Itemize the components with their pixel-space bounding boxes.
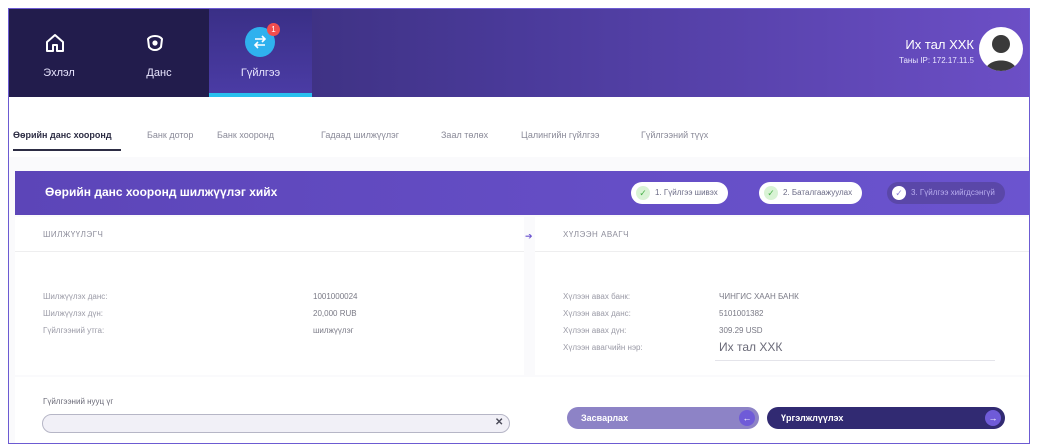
receiver-header: ХҮЛЭЭН АВАГЧ [535,217,1029,252]
tab-interbank[interactable]: Банк хооронд [217,130,274,140]
step-1: ✓ 1. Гүйлгээ шивэх [631,182,728,204]
sender-account-value: 1001000024 [313,292,358,301]
sub-tabs: Өөрийн данс хооронд Банк дотор Банк хоор… [9,97,1029,157]
top-header: Эхлэл Данс 1 Гүйлгээ Их тал ХХК Таны IP:… [9,9,1029,97]
arrow-left-icon: ← [739,410,755,426]
step-3-label: 3. Гүйлгээ хийгдсэнгүй [911,188,995,197]
arrow-right-icon: → [985,410,1001,426]
sender-account-label: Шилжүүлэх данс: [43,292,108,301]
receiver-account-label: Хүлээн авах данс: [563,309,631,318]
tab-own-accounts[interactable]: Өөрийн данс хооронд [13,130,112,140]
user-ip: Таны IP: 172.17.11.5 [898,56,974,65]
wallet-icon [147,35,163,51]
tab-within-bank[interactable]: Банк дотор [147,130,193,140]
nav-home-label: Эхлэл [43,67,75,79]
step-1-label: 1. Гүйлгээ шивэх [655,188,718,197]
sender-description-label: Гүйлгээний утга: [43,326,105,335]
password-input[interactable] [42,414,510,433]
divider [715,360,995,361]
password-label: Гүйлгээний нууц үг [43,397,114,406]
tab-pay-bills[interactable]: Заал төлөх [441,130,488,140]
notification-badge: 1 [267,23,280,36]
edit-button-label: Засварлах [581,413,629,423]
nav-account[interactable]: Данс [109,9,209,97]
step-3: ✓ 3. Гүйлгээ хийгдсэнгүй [887,182,1005,204]
user-name: Их тал ХХК [905,37,974,52]
user-silhouette-icon [985,35,1017,71]
tab-history[interactable]: Гүйлгээний түүх [641,130,708,140]
active-tab-underline [13,149,121,151]
receiver-heading: ХҮЛЭЭН АВАГЧ [563,230,629,239]
receiver-panel: ХҮЛЭЭН АВАГЧ Хүлээн авах банк: ЧИНГИС ХА… [535,217,1029,375]
receiver-amount-value: 309.29 USD [719,326,763,335]
continue-button[interactable]: Үргэлжлүүлэх → [767,407,1005,429]
edit-button[interactable]: Засварлах ← [567,407,759,429]
step-2: ✓ 2. Баталгаажуулах [759,182,863,204]
tab-foreign-transfer[interactable]: Гадаад шилжүүлэг [321,130,399,140]
sender-header: ШИЛЖҮҮЛЭГЧ [15,217,524,252]
receiver-bank-label: Хүлээн авах банк: [563,292,631,301]
clear-icon[interactable]: ✕ [495,417,503,428]
form-title: Өөрийн данс хооронд шилжүүлэг хийх [45,185,278,199]
sender-description-value: шилжүүлэг [313,326,354,335]
tab-payroll[interactable]: Цалингийн гүйлгээ [521,130,599,140]
avatar[interactable] [979,27,1023,71]
nav-home[interactable]: Эхлэл [9,9,109,97]
receiver-name-label: Хүлээн авагчийн нэр: [563,343,643,352]
check-icon: ✓ [892,186,906,200]
receiver-amount-label: Хүлээн авах дүн: [563,326,627,335]
sender-heading: ШИЛЖҮҮЛЭГЧ [43,230,104,239]
receiver-bank-value: ЧИНГИС ХААН БАНК [719,292,799,301]
continue-button-label: Үргэлжлүүлэх [781,413,844,423]
sender-amount-value: 20,000 RUB [313,309,357,318]
home-icon [46,34,64,52]
receiver-account-value: 5101001382 [719,309,764,318]
app-frame: Эхлэл Данс 1 Гүйлгээ Их тал ХХК Таны IP:… [8,8,1030,444]
nav-transactions[interactable]: 1 Гүйлгээ [209,9,312,97]
step-2-label: 2. Баталгаажуулах [783,188,853,197]
receiver-name-value: Их тал ХХК [719,340,783,354]
check-icon: ✓ [636,186,650,200]
nav-account-label: Данс [146,67,172,79]
arrow-right-icon: ➔ [525,231,533,241]
confirm-area: Гүйлгээний нууц үг ✕ Засварлах ← Үргэлжл… [15,377,1029,443]
form-title-bar: Өөрийн данс хооронд шилжүүлэг хийх ✓ 1. … [15,171,1029,215]
nav-transactions-label: Гүйлгээ [240,67,281,79]
check-icon: ✓ [764,186,778,200]
sender-amount-label: Шилжүүлэх дүн: [43,309,104,318]
sender-panel: ШИЛЖҮҮЛЭГЧ Шилжүүлэх данс: 1001000024 Ши… [15,217,524,375]
